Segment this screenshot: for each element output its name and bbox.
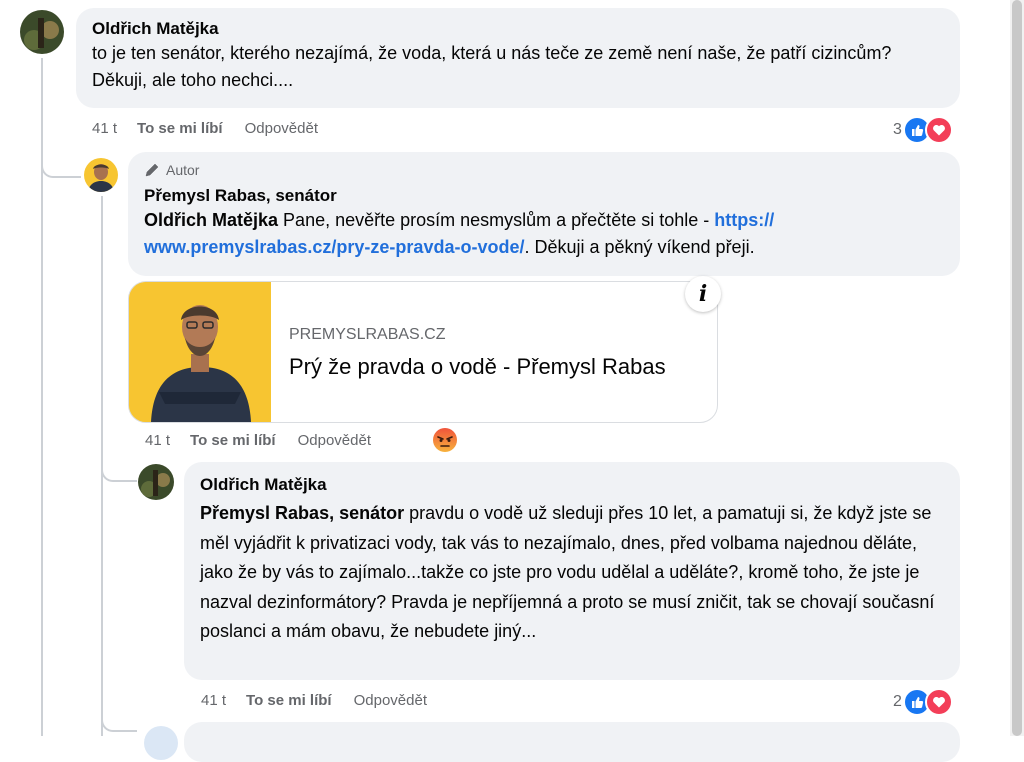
- reply-bubble: Oldřich Matějka Přemysl Rabas, senátor p…: [184, 462, 960, 680]
- comment-actions: 41 t To se mi líbí Odpovědět: [145, 432, 371, 449]
- comment-text: Oldřich Matějka Pane, nevěřte prosím nes…: [144, 207, 944, 261]
- link-preview-domain: PREMYSLRABAS.CZ: [289, 326, 446, 343]
- reaction-summary[interactable]: 2: [893, 688, 953, 716]
- reply-button[interactable]: Odpovědět: [245, 120, 318, 137]
- thread-line: [41, 166, 81, 178]
- comment-time[interactable]: 41 t: [92, 120, 117, 137]
- info-icon[interactable]: i: [685, 276, 721, 312]
- angry-icon[interactable]: [432, 427, 458, 453]
- thread-line: [101, 470, 137, 482]
- comment-time[interactable]: 41 t: [201, 692, 226, 709]
- reply-bubble: [184, 722, 960, 762]
- reaction-summary[interactable]: 3: [893, 116, 953, 144]
- comment-text: to je ten senátor, kterého nezajímá, že …: [92, 43, 892, 90]
- scrollbar-track[interactable]: [1010, 0, 1024, 736]
- thread-line: [101, 196, 103, 736]
- reaction-count: 3: [893, 121, 902, 138]
- comment-author[interactable]: Oldřich Matějka: [92, 18, 944, 40]
- comment-author[interactable]: Přemysl Rabas, senátor: [144, 185, 944, 207]
- author-badge-label: Autor: [166, 162, 200, 178]
- like-button[interactable]: To se mi líbí: [137, 120, 223, 137]
- reply-bubble: Autor Přemysl Rabas, senátor Oldřich Mat…: [128, 152, 960, 276]
- comment-time[interactable]: 41 t: [145, 432, 170, 449]
- link-preview-card[interactable]: PREMYSLRABAS.CZ Prý že pravda o vodě - P…: [128, 281, 718, 423]
- comment-author[interactable]: Oldřich Matějka: [200, 474, 944, 496]
- scrollbar-thumb[interactable]: [1012, 0, 1022, 736]
- like-button[interactable]: To se mi líbí: [246, 692, 332, 709]
- author-badge: Autor: [144, 160, 944, 180]
- thread-line: [101, 720, 137, 732]
- comment-text: Přemysl Rabas, senátor pravdu o vodě už …: [200, 499, 944, 647]
- avatar[interactable]: [138, 464, 174, 500]
- reaction-count: 2: [893, 693, 902, 710]
- url-link[interactable]: https://: [714, 210, 774, 230]
- love-reaction-icon: [924, 116, 953, 144]
- thread-line: [41, 58, 43, 118]
- like-button[interactable]: To se mi líbí: [190, 432, 276, 449]
- url-link[interactable]: www.premyslrabas.cz/pry-ze-pravda-o-vode…: [144, 237, 524, 257]
- comment-actions: 41 t To se mi líbí Odpovědět: [201, 692, 427, 709]
- reply-button[interactable]: Odpovědět: [298, 432, 371, 449]
- avatar[interactable]: [144, 726, 178, 760]
- love-reaction-icon: [924, 688, 953, 716]
- comment-actions: 41 t To se mi líbí Odpovědět: [92, 120, 318, 137]
- pencil-icon: [145, 163, 159, 177]
- text-segment: Pane, nevěřte prosím nesmyslům a přečtět…: [278, 210, 715, 230]
- link-preview-title[interactable]: Prý že pravda o vodě - Přemysl Rabas: [289, 354, 666, 380]
- link-preview-thumbnail: [129, 282, 271, 422]
- thread-line: [41, 118, 43, 736]
- mention-link[interactable]: Přemysl Rabas, senátor: [200, 503, 404, 523]
- avatar[interactable]: [20, 10, 64, 54]
- reply-button[interactable]: Odpovědět: [354, 692, 427, 709]
- mention-link[interactable]: Oldřich Matějka: [144, 210, 278, 230]
- comment-bubble: Oldřich Matějka to je ten senátor, které…: [76, 8, 960, 108]
- text-segment: . Děkuji a pěkný víkend přeji.: [524, 237, 755, 257]
- text-segment: pravdu o vodě už sleduji přes 10 let, a …: [200, 503, 935, 641]
- avatar[interactable]: [84, 158, 118, 192]
